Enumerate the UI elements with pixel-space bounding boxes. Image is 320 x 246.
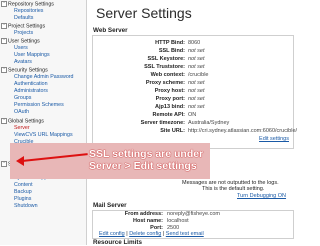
setting-value: not set	[188, 96, 205, 102]
expand-toggle-icon[interactable]: −	[1, 118, 7, 124]
setting-label: SSL Truststore:	[144, 64, 185, 70]
sidebar-item-content[interactable]: Content	[14, 182, 33, 189]
setting-label: Proxy port:	[155, 96, 185, 102]
setting-value: not set	[188, 56, 205, 62]
turn-debugging-on-link[interactable]: Turn Debugging ON	[237, 193, 286, 199]
setting-row: Server timezone: Australia/Sydney	[93, 120, 293, 127]
setting-label: Proxy scheme:	[145, 80, 185, 86]
setting-row: Proxy scheme: not set	[93, 80, 293, 87]
setting-label: Site URL:	[160, 128, 185, 134]
setting-value: 8060	[188, 40, 201, 46]
setting-row: Web context:/crucible	[93, 72, 293, 79]
expand-toggle-icon[interactable]: −	[1, 161, 7, 167]
web-server-panel: HTTP Bind: 8060 SSL Bind: not set SSL Keysto…	[92, 35, 297, 149]
sidebar-item-plugins[interactable]: Plugins	[14, 196, 31, 203]
sidebar-item-permission-schemes[interactable]: Permission Schemes	[14, 102, 64, 109]
mail-setting-row: Host name: localhost	[93, 218, 293, 225]
mail-setting-label: From address:	[124, 211, 163, 217]
sidebar-item-users[interactable]: Users	[14, 45, 28, 52]
expand-toggle-icon[interactable]: −	[1, 38, 7, 44]
annotation-text: SSL settings are under Server > Edit set…	[89, 148, 204, 172]
setting-value: not set	[188, 88, 205, 94]
setting-label: SSL Keystore:	[147, 56, 186, 62]
expand-toggle-icon[interactable]: −	[1, 1, 7, 7]
sidebar-item-shutdown[interactable]: Shutdown	[14, 203, 38, 210]
mail-server-panel: From address: noreply@fisheye.com Host nam…	[92, 210, 294, 239]
sidebar-item-oauth[interactable]: OAuth	[14, 109, 29, 116]
sidebar-item-viewcvs-url-mappings[interactable]: ViewCVS URL Mappings	[14, 132, 73, 139]
setting-row: Proxy port: not set	[93, 96, 293, 103]
sidebar-item-projects[interactable]: Projects	[14, 30, 33, 37]
edit-config-link[interactable]: Edit config	[99, 231, 125, 237]
mail-setting-value: localhost	[167, 218, 189, 224]
send-test-email-link[interactable]: Send test email	[166, 231, 204, 237]
expand-toggle-icon[interactable]: −	[1, 67, 7, 73]
mail-setting-value: noreply@fisheye.com	[167, 211, 220, 217]
setting-label: Remote API:	[152, 112, 186, 118]
web-server-heading: Web Server	[93, 27, 128, 34]
setting-value: /crucible	[188, 72, 209, 78]
setting-row: Remote API: ON	[93, 112, 293, 119]
sidebar-section-global-settings[interactable]: − Global Settings	[1, 118, 44, 125]
setting-row: SSL Keystore: not set	[93, 56, 293, 63]
setting-label: SSL Bind:	[158, 48, 185, 54]
sidebar-item-administrators[interactable]: Administrators	[14, 88, 48, 95]
setting-label: Web context:	[150, 72, 185, 78]
sidebar-section-repository-settings[interactable]: − Repository Settings	[1, 1, 54, 8]
mail-server-heading: Mail Server	[93, 202, 127, 209]
setting-label: Server timezone:	[140, 120, 185, 126]
setting-label: Proxy host:	[154, 88, 185, 94]
expand-toggle-icon[interactable]: −	[1, 23, 7, 29]
setting-value: not set	[188, 104, 205, 110]
setting-label: Ajp13 bind:	[155, 104, 185, 110]
edit-settings-link[interactable]: Edit settings	[259, 136, 289, 142]
setting-value: http://cri.sydney.atlassian.com:6060/cru…	[188, 128, 298, 134]
mail-setting-label: Host name:	[133, 218, 163, 224]
sidebar-item-defaults[interactable]: Defaults	[14, 15, 33, 22]
page-title: Server Settings	[96, 5, 192, 21]
sidebar-section-user-settings[interactable]: − User Settings	[1, 38, 40, 45]
mail-setting-row: From address: noreply@fisheye.com	[93, 211, 293, 218]
setting-row: SSL Truststore: not set	[93, 64, 293, 71]
mail-links: Edit config | Delete config | Send test …	[99, 231, 204, 237]
sidebar-item-change-admin-password[interactable]: Change Admin Password	[14, 74, 73, 81]
main-content: Server Settings Web Server HTTP Bind: 806…	[87, 0, 300, 246]
annotation-arrow-head	[16, 156, 24, 166]
setting-value: not set	[188, 80, 205, 86]
delete-config-link[interactable]: Delete config	[129, 231, 161, 237]
setting-label: HTTP Bind:	[155, 40, 185, 46]
admin-sidebar: − Repository Settings Repositories Defaults…	[0, 0, 87, 245]
setting-row: HTTP Bind: 8060	[93, 40, 293, 47]
setting-row: Proxy host: not set	[93, 88, 293, 95]
sidebar-item-user-mappings[interactable]: User Mappings	[14, 52, 50, 59]
setting-row: SSL Bind: not set	[93, 48, 293, 55]
setting-value: Australia/Sydney	[188, 120, 230, 126]
setting-value: ON	[188, 112, 197, 118]
debug-default: This is the default setting.	[202, 186, 265, 192]
setting-value: not set	[188, 48, 205, 54]
sidebar-item-repositories[interactable]: Repositories	[14, 8, 43, 15]
setting-row: Ajp13 bind: not set	[93, 104, 293, 111]
sidebar-item-authentication[interactable]: Authentication	[14, 81, 48, 88]
sidebar-item-backup[interactable]: Backup	[14, 189, 32, 196]
sidebar-item-groups[interactable]: Groups	[14, 95, 31, 102]
sidebar-section-project-settings[interactable]: − Project Settings	[1, 23, 45, 30]
sidebar-item-avatars[interactable]: Avatars	[14, 59, 32, 66]
sidebar-section-security-settings[interactable]: − Security Settings	[1, 67, 48, 74]
setting-value: not set	[188, 64, 205, 70]
sidebar-item-server[interactable]: Server	[14, 125, 30, 132]
setting-row: Site URL: http://cri.sydney.atlassian.com…	[93, 128, 297, 135]
